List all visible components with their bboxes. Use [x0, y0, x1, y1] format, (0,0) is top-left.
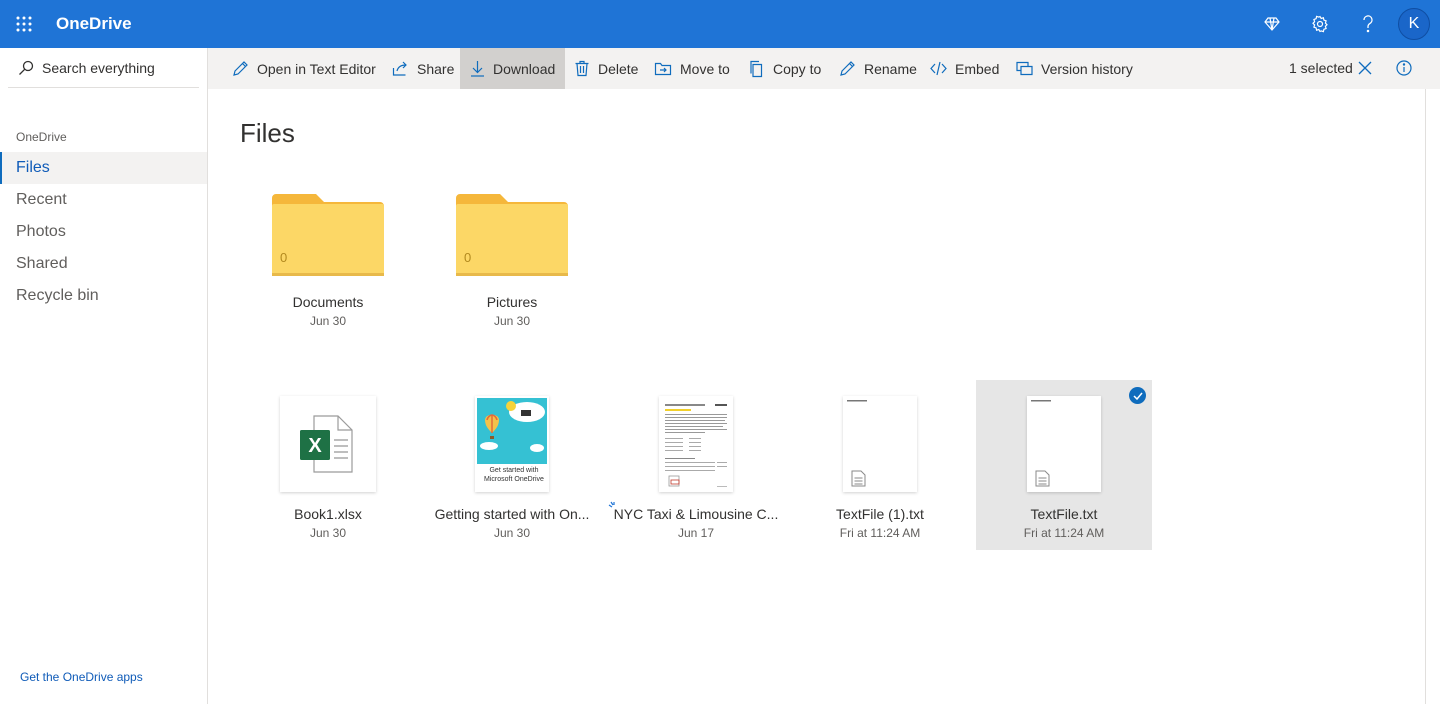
file-tile-getting-started[interactable]: Get started with Microsoft OneDrive Gett… [424, 380, 600, 550]
folder-date: Jun 30 [493, 314, 531, 328]
file-date: Fri at 11:24 AM [1023, 526, 1105, 540]
move-to-icon [654, 62, 672, 75]
nav-section-label: OneDrive [16, 130, 67, 144]
page-title: Files [240, 118, 295, 148]
embed-button[interactable]: Embed [930, 48, 999, 89]
file-name: NYC Taxi & Limousine C... [613, 506, 779, 522]
excel-file-icon: X [300, 415, 353, 473]
rename-pencil-icon [840, 61, 855, 76]
embed-code-icon [930, 61, 947, 76]
folder-item-count: 0 [280, 250, 288, 265]
delete-label: Delete [598, 60, 639, 77]
premium-diamond-icon[interactable] [1248, 0, 1296, 48]
file-tile-book1[interactable]: X Book1.xlsx Jun 30 [240, 380, 416, 550]
file-name: TextFile.txt [1030, 506, 1098, 522]
file-thumbnail: X [280, 396, 376, 492]
version-history-button[interactable]: Version history [1016, 48, 1133, 89]
rename-label: Rename [864, 60, 917, 77]
file-tile-textfile[interactable]: TextFile.txt Fri at 11:24 AM [976, 380, 1152, 550]
selected-checkmark-icon[interactable] [1129, 387, 1146, 404]
waffle-icon[interactable] [0, 0, 48, 48]
open-in-text-editor-button[interactable]: Open in Text Editor [232, 48, 376, 89]
search-box[interactable]: Search everything [8, 48, 199, 88]
move-to-label: Move to [680, 60, 730, 77]
copy-icon [750, 60, 763, 77]
svg-text:X: X [308, 435, 322, 457]
search-icon [19, 60, 34, 75]
file-name: TextFile (1).txt [836, 506, 924, 522]
selection-count: 1 selected [1289, 60, 1353, 76]
folder-tile-documents[interactable]: 0 Documents Jun 30 [240, 180, 416, 350]
move-to-button[interactable]: Move to [654, 48, 730, 89]
command-bar: Open in Text Editor Share Download Delet… [208, 48, 1440, 89]
file-date: Jun 17 [677, 526, 715, 540]
download-label: Download [493, 60, 556, 77]
delete-button[interactable]: Delete [574, 48, 638, 89]
pencil-icon [233, 61, 248, 76]
version-history-label: Version history [1041, 60, 1133, 77]
thumbnail-caption: Get started with Microsoft OneDrive [484, 467, 544, 483]
search-placeholder: Search everything [42, 59, 155, 76]
suite-header: OneDrive K [0, 0, 1440, 48]
version-history-icon [1016, 61, 1033, 76]
nav-item-recycle-bin[interactable]: Recycle bin [0, 280, 207, 312]
share-icon [392, 61, 407, 76]
nav-item-shared[interactable]: Shared [0, 248, 207, 280]
rename-button[interactable]: Rename [839, 48, 917, 89]
help-icon[interactable] [1344, 0, 1392, 48]
folder-date: Jun 30 [309, 314, 347, 328]
text-file-icon [1031, 400, 1051, 487]
document-page-thumbnail [665, 404, 727, 487]
text-file-icon [847, 400, 867, 487]
open-in-text-editor-label: Open in Text Editor [257, 60, 376, 77]
file-tile-nyc-taxi[interactable]: NYC Taxi & Limousine C... Jun 17 [608, 380, 784, 550]
download-button[interactable]: Download [460, 48, 565, 89]
info-icon[interactable] [1396, 60, 1412, 76]
folder-icon [272, 194, 384, 276]
file-date: Fri at 11:24 AM [839, 526, 921, 540]
nav-item-photos[interactable]: Photos [0, 216, 207, 248]
file-tile-textfile-1[interactable]: TextFile (1).txt Fri at 11:24 AM [792, 380, 968, 550]
trash-icon [575, 60, 589, 77]
share-label: Share [417, 60, 455, 77]
file-name: Getting started with On... [434, 506, 590, 522]
nav-item-files[interactable]: Files [0, 152, 207, 184]
embed-label: Embed [955, 60, 1000, 77]
nav-item-recent[interactable]: Recent [0, 184, 207, 216]
file-thumbnail [659, 396, 733, 492]
download-icon [471, 61, 484, 77]
file-thumbnail: Get started with Microsoft OneDrive [475, 396, 549, 492]
folder-tile-pictures[interactable]: 0 Pictures Jun 30 [424, 180, 600, 350]
copy-to-button[interactable]: Copy to [748, 48, 821, 89]
folder-icon [456, 194, 568, 276]
scrollbar-track[interactable] [1425, 89, 1426, 704]
file-date: Jun 30 [493, 526, 531, 540]
folder-name: Documents [292, 294, 364, 310]
clear-selection-icon[interactable] [1358, 61, 1374, 77]
get-apps-link[interactable]: Get the OneDrive apps [20, 670, 143, 684]
file-thumbnail [843, 396, 917, 492]
app-brand[interactable]: OneDrive [56, 0, 132, 48]
folder-item-count: 0 [464, 250, 472, 265]
left-navigation: Search everything OneDrive Files Recent … [0, 48, 208, 704]
file-thumbnail [1027, 396, 1101, 492]
user-avatar[interactable]: K [1398, 8, 1430, 40]
folder-name: Pictures [486, 294, 538, 310]
file-name: Book1.xlsx [294, 506, 362, 522]
copy-to-label: Copy to [773, 60, 822, 77]
settings-gear-icon[interactable] [1296, 0, 1344, 48]
file-date: Jun 30 [309, 526, 347, 540]
share-button[interactable]: Share [392, 48, 454, 89]
